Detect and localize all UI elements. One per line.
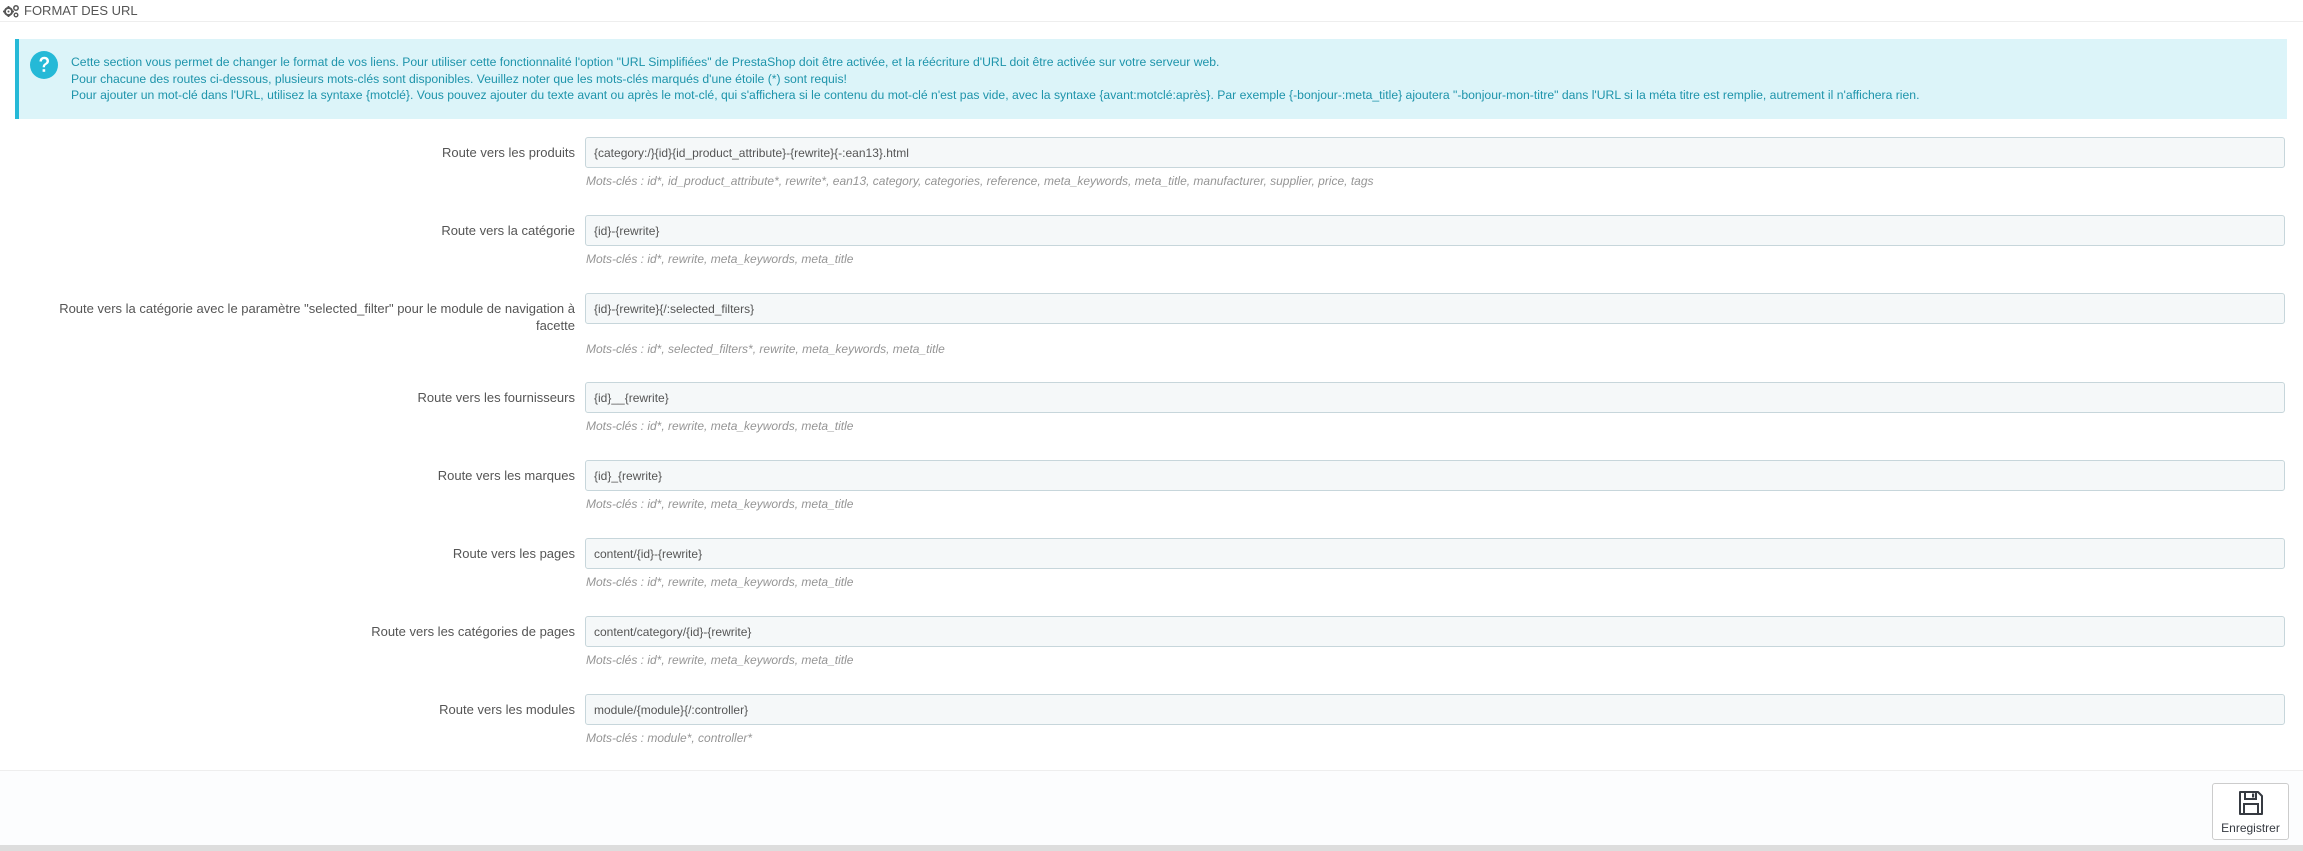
floppy-disk-icon — [2238, 790, 2263, 815]
route-input-category[interactable] — [585, 215, 2285, 246]
route-label-cms: Route vers les pages — [452, 546, 575, 561]
route-input-layered-category[interactable] — [585, 293, 2285, 324]
route-label-category: Route vers la catégorie — [441, 223, 575, 238]
route-input-suppliers[interactable] — [585, 382, 2285, 413]
panel-heading: FORMAT DES URL — [0, 0, 2303, 22]
alert-line-1: Cette section vous permet de changer le … — [71, 55, 1220, 69]
route-label-products: Route vers les produits — [442, 145, 575, 160]
route-input-cms-category[interactable] — [585, 616, 2285, 647]
route-help-products: Mots-clés : id*, id_product_attribute*, … — [586, 174, 1374, 188]
route-input-modules[interactable] — [585, 694, 2285, 725]
route-label-cms-category: Route vers les catégories de pages — [371, 624, 575, 639]
route-label-layered-category: Route vers la catégorie avec le paramètr… — [59, 300, 575, 334]
route-help-layered-category: Mots-clés : id*, selected_filters*, rewr… — [586, 342, 945, 356]
route-label-suppliers: Route vers les fournisseurs — [417, 390, 575, 405]
route-help-suppliers: Mots-clés : id*, rewrite, meta_keywords,… — [586, 419, 854, 433]
route-help-cms-category: Mots-clés : id*, rewrite, meta_keywords,… — [586, 653, 854, 667]
question-circle-icon — [30, 51, 58, 79]
save-button[interactable]: Enregistrer — [2212, 783, 2289, 840]
info-alert: Cette section vous permet de changer le … — [15, 39, 2287, 119]
route-help-cms: Mots-clés : id*, rewrite, meta_keywords,… — [586, 575, 854, 589]
save-button-label: Enregistrer — [2221, 820, 2280, 835]
route-input-manufacturers[interactable] — [585, 460, 2285, 491]
route-help-modules: Mots-clés : module*, controller* — [586, 731, 753, 745]
route-label-manufacturers: Route vers les marques — [437, 468, 575, 483]
route-label-modules: Route vers les modules — [439, 702, 575, 717]
url-format-panel: FORMAT DES URL Cette section vous permet… — [0, 0, 2303, 851]
cogs-icon — [3, 4, 19, 17]
panel-footer: Enregistrer — [0, 770, 2303, 851]
alert-line-2: Pour chacune des routes ci-dessous, plus… — [71, 71, 847, 86]
alert-line-3: Pour ajouter un mot-clé dans l'URL, util… — [71, 88, 1920, 102]
route-help-manufacturers: Mots-clés : id*, rewrite, meta_keywords,… — [586, 497, 854, 511]
panel-title: FORMAT DES URL — [24, 3, 138, 18]
route-help-category: Mots-clés : id*, rewrite, meta_keywords,… — [586, 252, 854, 266]
bottom-border — [0, 845, 2303, 851]
route-label-layered-line2: facette — [535, 318, 575, 333]
route-input-cms[interactable] — [585, 538, 2285, 569]
route-input-products[interactable] — [585, 137, 2285, 168]
route-label-layered-line1: Route vers la catégorie avec le paramètr… — [59, 301, 575, 316]
